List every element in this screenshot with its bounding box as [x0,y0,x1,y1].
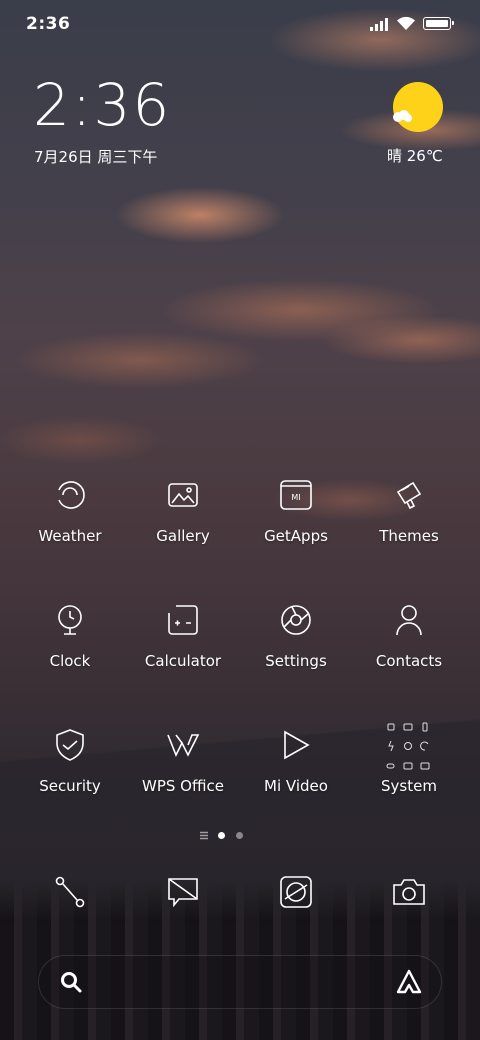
gallery-icon [165,477,201,513]
assistant-icon[interactable] [395,968,423,996]
weather-widget[interactable]: 晴 26℃ [383,82,453,172]
app-contacts[interactable]: Contacts [354,602,464,670]
app-label: System [381,777,437,795]
messages-icon[interactable] [163,872,203,912]
app-label: Calculator [144,652,222,670]
wps-office-icon [165,727,201,763]
security-icon [52,727,88,763]
weather-icon [52,477,88,513]
weather-widget-text: 晴 26℃ [387,147,443,165]
settings-icon [278,602,314,638]
clock-widget-time[interactable]: 2:36 [33,76,171,134]
clock-icon [52,602,88,638]
system-folder-icon [383,719,435,771]
themes-icon [391,477,427,513]
app-label: Contacts [375,652,443,670]
app-label: Settings [265,652,327,670]
browser-icon[interactable] [276,872,316,912]
app-label: GetApps [264,527,328,545]
app-label: Weather [38,527,102,545]
search-bar[interactable] [38,955,442,1009]
clock-widget-date: 7月26日 周三下午 [34,148,158,166]
app-label: WPS Office [142,777,224,795]
app-calculator[interactable]: Calculator [128,602,238,670]
status-bar: 2:36 [0,0,480,50]
contacts-icon [391,602,427,638]
mi-video-icon [278,727,314,763]
wifi-icon [397,16,415,30]
app-clock[interactable]: Clock [15,602,125,670]
page-dot [236,832,243,839]
app-label: Clock [49,652,91,670]
app-security[interactable]: Security [15,727,125,795]
camera-icon[interactable] [389,872,429,912]
getapps-icon: MI [278,477,314,513]
app-label: Gallery [156,527,210,545]
phone-icon[interactable] [50,872,90,912]
app-label: Security [39,777,101,795]
battery-icon [423,17,454,30]
app-label: Themes [379,527,439,545]
page-indicator[interactable] [0,830,480,842]
app-wps-office[interactable]: WPS Office [128,727,238,795]
app-gallery[interactable]: Gallery [128,477,238,545]
signal-icon [370,17,392,31]
app-system-folder[interactable]: System [354,719,464,795]
page-dot-active [218,832,225,839]
app-weather[interactable]: Weather [15,477,125,545]
app-getapps[interactable]: MI GetApps [241,477,351,545]
getapps-badge: MI [291,493,300,502]
feed-page-icon [200,831,208,840]
app-settings[interactable]: Settings [241,602,351,670]
search-icon[interactable] [59,970,83,994]
app-mi-video[interactable]: Mi Video [241,727,351,795]
app-label: Mi Video [264,777,328,795]
sun-icon [393,82,443,132]
app-themes[interactable]: Themes [354,477,464,545]
calculator-icon [165,602,201,638]
status-time: 2:36 [26,14,71,34]
cloud-icon [393,110,412,122]
